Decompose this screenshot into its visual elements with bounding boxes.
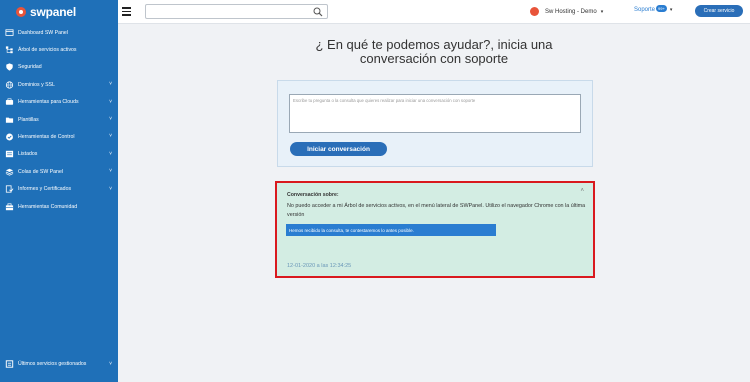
brand-logo[interactable]: swpanel [0, 0, 118, 24]
check-icon [5, 133, 14, 141]
cloud-icon [5, 98, 14, 106]
sidebar-item-recent-services[interactable]: Últimos servicios gestionados ˅ [0, 356, 118, 373]
chevron-down-icon: ˅ [109, 98, 112, 105]
account-label: Sw Hosting - Demo [545, 8, 597, 15]
caret-down-icon: ▾ [669, 7, 673, 13]
support-menu[interactable]: Soporte 99+ ▾ [634, 4, 673, 13]
start-conversation-button[interactable]: Iniciar conversación [290, 142, 387, 156]
sidebar-item-colas-de-sw-panel[interactable]: Colas de SW Panel ˅ [0, 163, 118, 180]
report-icon [5, 185, 14, 193]
sidebar-item-label: Últimos servicios gestionados [18, 361, 87, 368]
brand-name: swpanel [30, 5, 76, 19]
account-selector[interactable]: Sw Hosting - Demo ▾ [530, 7, 603, 16]
sidebar-item-label: Herramientas Comunidad [18, 203, 78, 210]
toolbox-icon [5, 203, 14, 211]
sidebar-item-dashboard-sw-panel[interactable]: Dashboard SW Panel [0, 24, 118, 41]
sidebar-item-label: Seguridad [18, 64, 42, 71]
sidebar-item-label: Informes y Certificados [18, 186, 72, 193]
search-icon[interactable] [313, 7, 323, 17]
top-bar: Sw Hosting - Demo ▾ Soporte 99+ ▾ Crear … [118, 0, 750, 24]
globe-icon [5, 81, 14, 89]
sidebar-item-label: Herramientas para Clouds [18, 99, 79, 106]
sidebar-item-dominios-y-ssl[interactable]: Dominios y SSL ˅ [0, 76, 118, 93]
sidebar: swpanel Dashboard SW Panel Árbol de servi… [0, 0, 118, 382]
support-count-badge: 99+ [656, 4, 667, 12]
menu-toggle-icon[interactable] [122, 7, 131, 16]
new-conversation-form: Escribe tu pregunta o la consulta que qu… [277, 80, 593, 167]
page-title: ¿ En qué te podemos ayudar?, inicia una … [118, 38, 750, 66]
queue-icon [5, 168, 14, 176]
chevron-down-icon: ˅ [109, 133, 112, 140]
sidebar-item-listados[interactable]: Listados ˅ [0, 146, 118, 163]
conversation-card[interactable]: Conversación sobre: ˄ No puedo acceder a… [275, 181, 595, 278]
sidebar-item-herramientas-comunidad[interactable]: Herramientas Comunidad [0, 198, 118, 215]
conversation-timestamp: 12-01-2020 a las 12:34:25 [287, 263, 352, 269]
chevron-down-icon: ˅ [109, 115, 112, 122]
sidebar-item-herramientas-de-control[interactable]: Herramientas de Control ˅ [0, 128, 118, 145]
sidebar-item-label: Plantillas [18, 116, 39, 123]
sidebar-nav: Dashboard SW Panel Árbol de servicios act… [0, 24, 118, 215]
chevron-down-icon: ˅ [109, 360, 112, 367]
history-icon [5, 360, 14, 368]
conversation-title: Conversación sobre: [287, 192, 339, 198]
question-textarea[interactable]: Escribe tu pregunta o la consulta que qu… [289, 94, 581, 133]
conversation-message: No puedo acceder a mi Árbol de servicios… [287, 203, 586, 218]
sidebar-item-plantillas[interactable]: Plantillas ˅ [0, 111, 118, 128]
chevron-down-icon: ˅ [109, 185, 112, 192]
dashboard-icon [5, 29, 14, 37]
tree-icon [5, 46, 14, 54]
sidebar-item-arbol-de-servicios-activos[interactable]: Árbol de servicios activos [0, 41, 118, 58]
sidebar-item-label: Herramientas de Control [18, 134, 75, 141]
sidebar-item-informes-y-certificados[interactable]: Informes y Certificados ˅ [0, 181, 118, 198]
account-avatar [530, 7, 539, 16]
shield-icon [5, 63, 14, 72]
create-service-button[interactable]: Crear servicio [695, 5, 743, 17]
sidebar-item-label: Colas de SW Panel [18, 168, 63, 175]
sidebar-item-herramientas-para-clouds[interactable]: Herramientas para Clouds ˅ [0, 94, 118, 111]
support-label: Soporte [634, 7, 656, 13]
chevron-down-icon: ˅ [109, 168, 112, 175]
search-input[interactable] [145, 4, 328, 19]
sidebar-item-label: Listados [18, 151, 38, 158]
chevron-down-icon: ˅ [109, 150, 112, 157]
page-title-line1: ¿ En qué te podemos ayudar?, inicia una [315, 37, 553, 52]
chevron-down-icon: ˅ [109, 81, 112, 88]
folder-icon [5, 116, 14, 124]
sidebar-item-seguridad[interactable]: Seguridad [0, 59, 118, 76]
page-title-line2: conversación con soporte [359, 51, 509, 66]
caret-down-icon: ▾ [600, 8, 604, 15]
sidebar-item-label: Árbol de servicios activos [18, 47, 77, 54]
collapse-icon[interactable]: ˄ [580, 188, 584, 194]
sidebar-item-label: Dominios y SSL [18, 81, 55, 88]
support-reply: Hemos recibido la consulta, te contestar… [286, 224, 496, 236]
logo-mark-icon [16, 7, 26, 17]
list-icon [5, 150, 14, 158]
sidebar-item-label: Dashboard SW Panel [18, 29, 68, 36]
